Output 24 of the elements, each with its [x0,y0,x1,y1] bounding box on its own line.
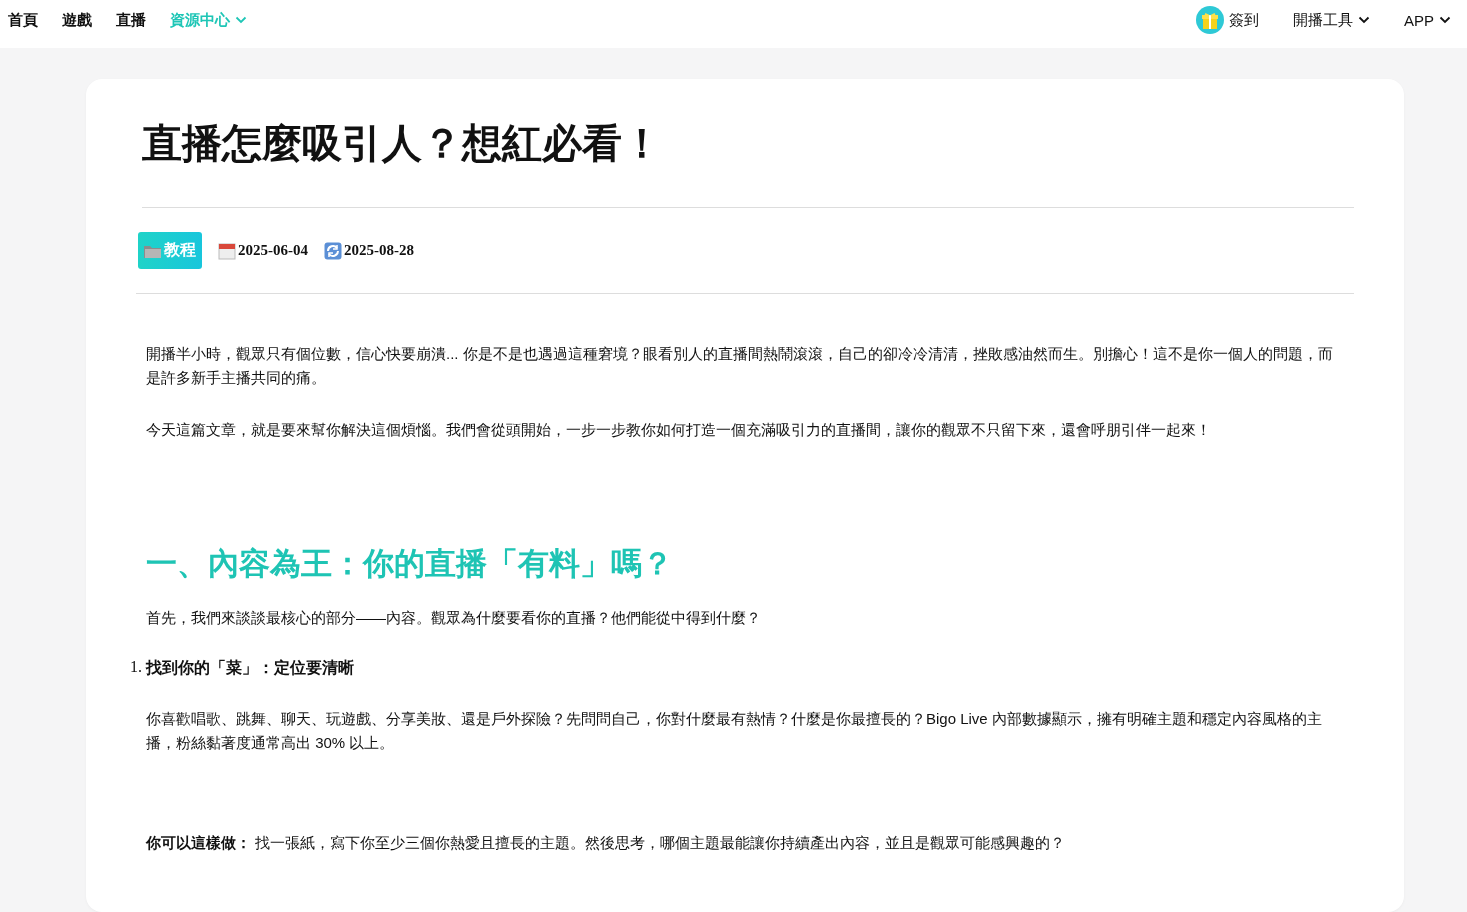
chevron-down-icon [1439,16,1451,24]
chevron-down-icon [1358,16,1370,24]
body-paragraph: 你喜歡唱歌、跳舞、聊天、玩遊戲、分享美妝、還是戶外探險？先問問自己，你對什麼最有熱情？什麼是你最擅長的？Bigo Live 內部數據顯示，擁有明確主題和穩定內容風格的主播，粉絲黏著度通常高出 30% 以上。 [146,709,1323,753]
published-date: 2025-06-04 [238,242,308,259]
nav-menu[interactable]: 開播工具 [1293,10,1370,30]
section-heading: 一、內容為王：你的直播「有料」嗎？ [146,545,674,583]
nav-link[interactable]: 遊戲 [62,10,92,30]
gift-icon [1196,6,1224,34]
updated-date: 2025-08-28 [344,242,414,259]
list-item-title: 找到你的「菜」：定位要清晰 [146,658,354,678]
chevron-down-icon [235,16,247,24]
nav-link[interactable]: 首頁 [8,10,38,30]
folder-icon [144,243,161,258]
calendar-icon [218,241,236,260]
body-paragraph: 今天這篇文章，就是要來幫你解決這個煩惱。我們會從頭開始，一步一步教你如何打造一個充滿吸引力的直播間，讓你的觀眾不只留下來，還會呼朋引伴一起來！ [146,420,1212,440]
nav-menu[interactable]: APP [1404,11,1451,29]
refresh-icon [324,241,342,260]
checkin-link[interactable]: 簽到 [1196,6,1259,34]
nav-link[interactable]: 直播 [116,10,146,30]
tip-paragraph: 你可以這樣做： 找一張紙，寫下你至少三個你熱愛且擅長的主題。然後思考，哪個主題最能讓你持續產出內容，並且是觀眾可能感興趣的？ [146,833,1067,853]
article-title: 直播怎麼吸引人？想紅必看！ [142,119,1354,208]
list-number: 1. [130,658,142,677]
body-paragraph: 首先，我們來談談最核心的部分——內容。觀眾為什麼要看你的直播？他們能從中得到什麼？ [146,608,762,628]
body-paragraph: 開播半小時，觀眾只有個位數，信心快要崩潰... 你是不是也遇過這種窘境？眼看別人的直播間熱鬧滾滾，自己的卻冷冷清清，挫敗感油然而生。別擔心！這不是你一個人的問題，而是許多新手主播共同的痛。 [146,344,1334,388]
